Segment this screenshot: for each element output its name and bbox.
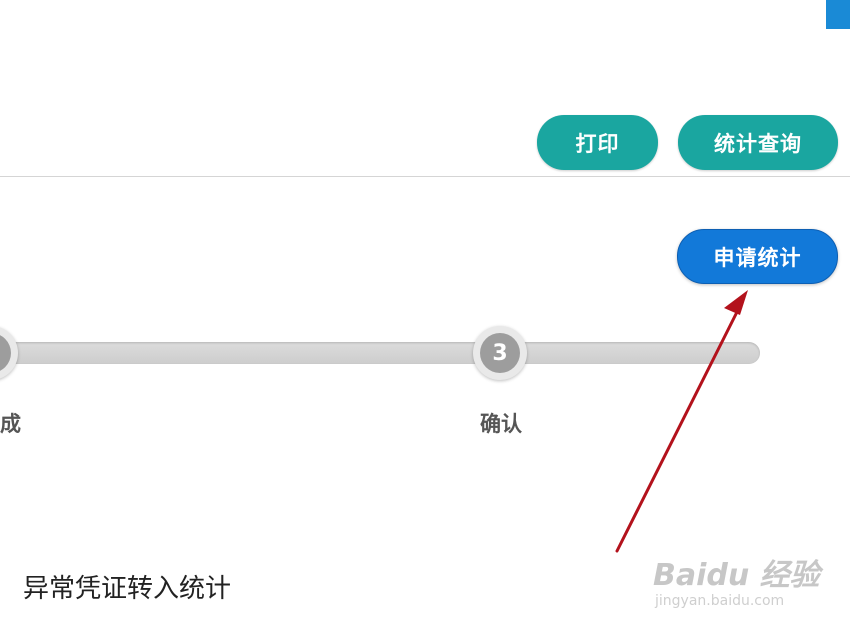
print-button[interactable]: 打印	[537, 115, 658, 170]
apply-statistics-button[interactable]: 申请统计	[677, 229, 838, 284]
watermark-url: jingyan.baidu.com	[655, 593, 785, 609]
statistics-query-button[interactable]: 统计查询	[678, 115, 838, 170]
annotation-arrow	[615, 290, 748, 553]
step-number	[0, 333, 11, 373]
arrow-head	[724, 290, 748, 315]
step-label-confirm: 确认	[480, 412, 522, 436]
step-number: 3	[480, 333, 520, 373]
step-node-3: 3	[473, 326, 527, 380]
header-divider	[0, 176, 850, 177]
corner-tab[interactable]	[826, 0, 850, 29]
arrow-shaft	[615, 298, 745, 553]
step-node-previous	[0, 326, 18, 380]
step-label-complete: 完成	[0, 412, 21, 436]
watermark-brand: Baidu 经验	[653, 558, 820, 593]
caption-text: 异常凭证转入统计	[23, 574, 232, 604]
progress-track	[0, 342, 760, 364]
